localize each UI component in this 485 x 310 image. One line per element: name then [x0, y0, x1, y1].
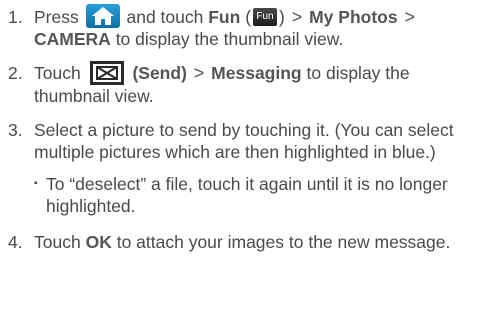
messaging-label: Messaging: [211, 63, 302, 84]
step-text: Press and touch Fun (Fun) > My Photos > …: [34, 4, 477, 50]
instructions-document: 1. Press and touch Fun (Fun) > My Photos…: [0, 0, 485, 310]
paren: (: [245, 7, 252, 27]
send-label: (Send): [132, 63, 187, 84]
fun-icon: Fun: [253, 7, 278, 26]
step-number: 1.: [8, 7, 23, 27]
bullet-marker: ▪: [34, 177, 38, 189]
step-number: 4.: [8, 231, 23, 252]
step-number: 2.: [8, 63, 23, 84]
step-3-sub-bullet: ▪ To “deselect” a file, touch it again u…: [34, 173, 477, 217]
fun-label: Fun: [208, 7, 241, 27]
my-photos-label: My Photos: [309, 7, 398, 27]
step-text: Touch (Send) > Messaging to display the …: [34, 60, 477, 106]
sub-bullet-text: To “deselect” a file, touch it again unt…: [46, 173, 448, 216]
step-word: Press: [34, 7, 79, 27]
paren: ): [279, 7, 285, 27]
step-text: Select a picture to send by touching it.…: [34, 119, 454, 162]
step-word: Touch: [34, 63, 81, 84]
step-2: 2. Touch (Send) > Messaging to display t…: [8, 60, 477, 106]
arrow-separator: >: [404, 7, 415, 27]
step-4: 4. Touch OK to attach your images to the…: [8, 231, 477, 253]
home-icon: [85, 4, 120, 29]
arrow-separator: >: [193, 63, 205, 84]
camera-label: CAMERA: [34, 29, 111, 50]
step-3: 3. Select a picture to send by touching …: [8, 119, 477, 163]
step-1: 1. Press and touch Fun (Fun) > My Photos…: [8, 4, 477, 50]
step-rest: to attach your images to the new message…: [116, 231, 451, 252]
step-word: Touch: [34, 231, 81, 252]
step-text: Touch OK to attach your images to the ne…: [34, 231, 477, 253]
envelope-icon: [89, 60, 124, 85]
arrow-separator: >: [291, 7, 303, 27]
step-number: 3.: [8, 119, 23, 140]
step-word: and touch: [126, 7, 204, 27]
ok-label: OK: [85, 231, 112, 252]
step-rest: to display the thumbnail view.: [115, 29, 344, 50]
